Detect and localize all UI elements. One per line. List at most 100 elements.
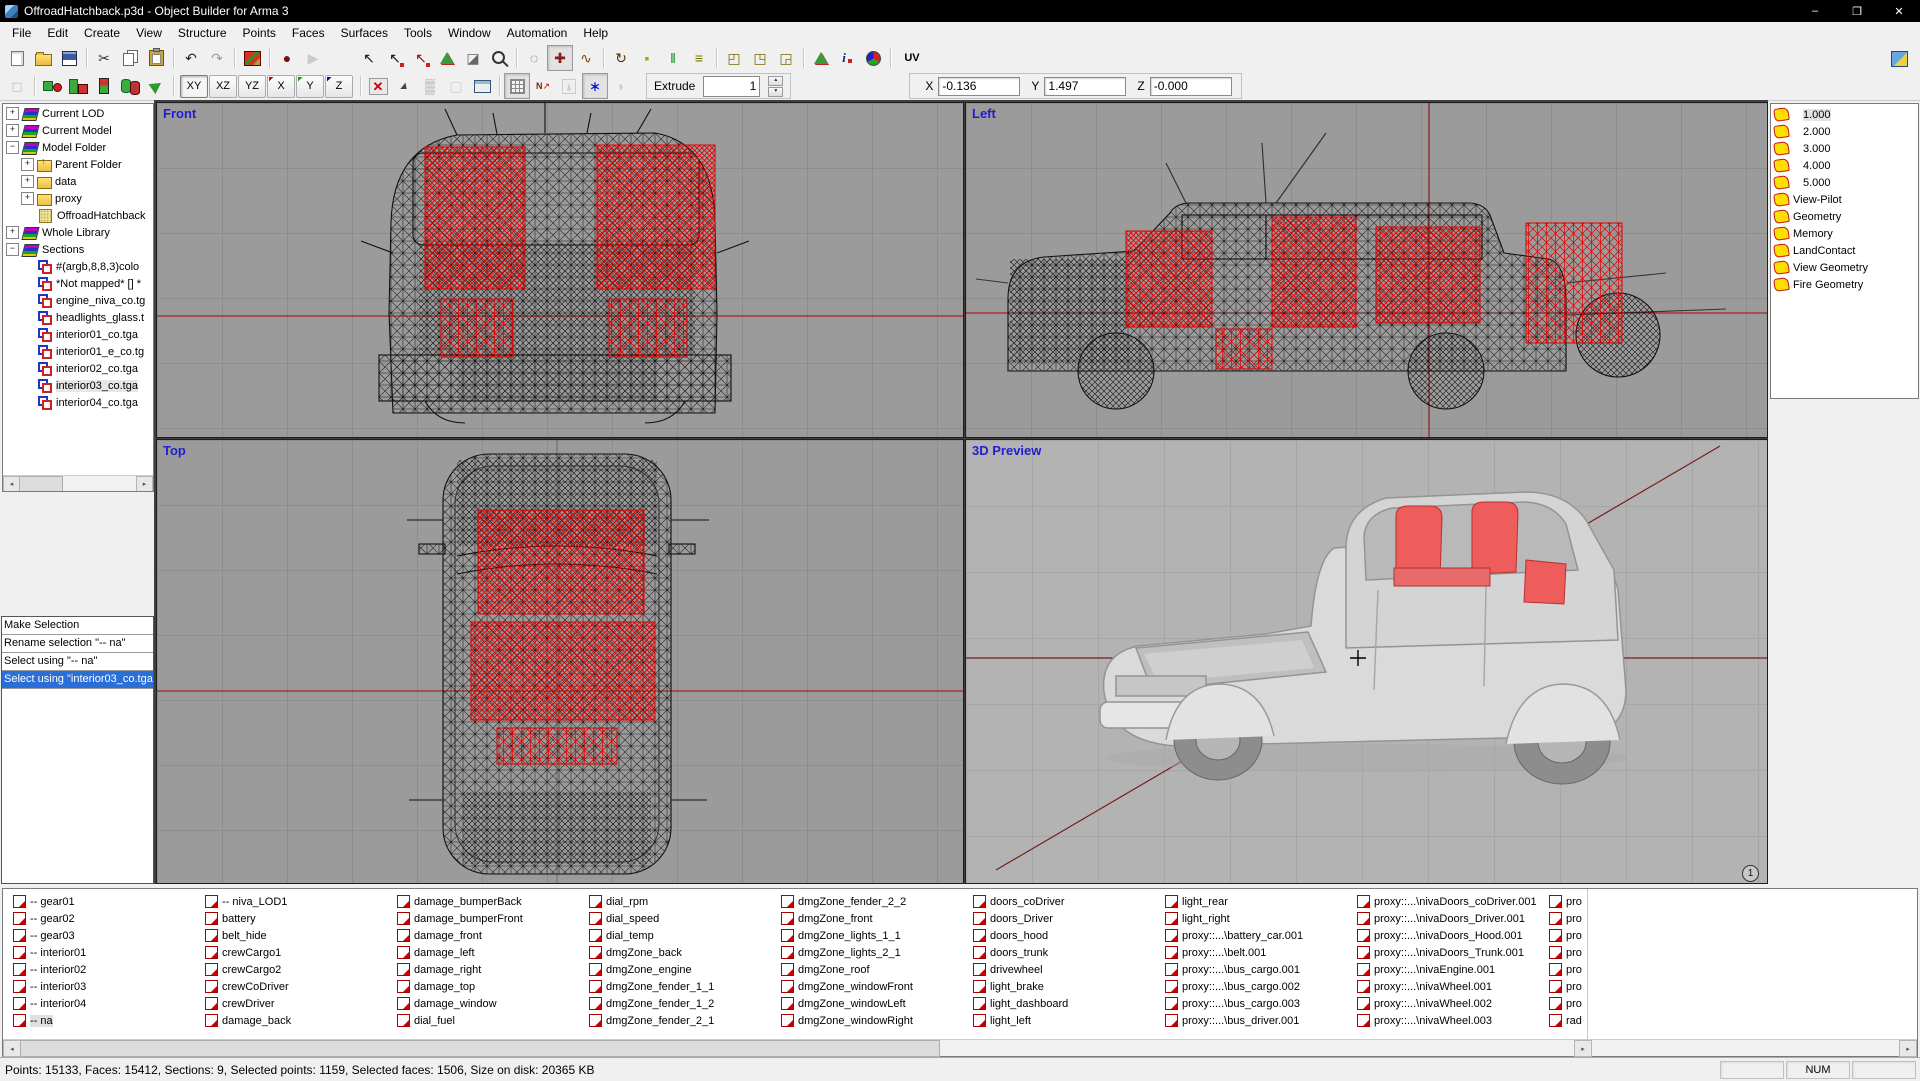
selection-item[interactable]: crewCargo1 (205, 944, 397, 961)
menu-item[interactable]: Points (235, 22, 284, 44)
lod-item[interactable]: View Geometry (1771, 259, 1918, 276)
selection-item[interactable]: -- na (13, 1012, 205, 1029)
tree-item[interactable]: + Whole Library (3, 224, 153, 241)
selection-item[interactable]: doors_trunk (973, 944, 1165, 961)
circle-select-button[interactable]: ◌ (521, 45, 547, 71)
viewport-left[interactable]: Left (965, 102, 1768, 438)
select-point-button[interactable]: ↖ (382, 45, 408, 71)
tree-item[interactable]: *Not mapped* [] * (3, 275, 153, 292)
select-object-button[interactable]: ↖ (356, 45, 382, 71)
toolbar-button[interactable] (495, 73, 504, 99)
menu-item[interactable]: View (128, 22, 170, 44)
move-button[interactable]: ✚ (547, 45, 573, 71)
lod-item[interactable]: 1.000 (1771, 106, 1918, 123)
expand-toggle[interactable]: + (6, 107, 19, 120)
bulldozer-button[interactable] (1886, 46, 1912, 72)
normals-button[interactable] (530, 73, 556, 99)
create-cylinder-button[interactable] (117, 73, 143, 99)
selection-item[interactable]: crewCargo2 (205, 961, 397, 978)
selection-item[interactable]: damage_right (397, 961, 589, 978)
flatten-button[interactable]: ◪ (460, 45, 486, 71)
create-bars-button[interactable] (65, 73, 91, 99)
menu-item[interactable]: Create (76, 22, 128, 44)
tree-item[interactable]: + data (3, 173, 153, 190)
tree-item[interactable]: #(argb,8,8,3)colo (3, 258, 153, 275)
reload-textures-button[interactable] (239, 45, 265, 71)
lod-item[interactable]: View-Pilot (1771, 191, 1918, 208)
create-column-button[interactable] (91, 73, 117, 99)
selection-item[interactable]: doors_hood (973, 927, 1165, 944)
tree-item[interactable]: engine_niva_co.tg (3, 292, 153, 309)
expand-toggle[interactable]: + (21, 175, 34, 188)
play-button[interactable]: ▶ (300, 45, 326, 71)
minimize-button[interactable]: – (1794, 0, 1836, 22)
selection-item[interactable]: proxy::...\nivaDoors_Trunk.001 (1357, 944, 1549, 961)
selection-item[interactable]: damage_back (205, 1012, 397, 1029)
weld-button[interactable]: ▒ (417, 73, 443, 99)
selection-item[interactable]: -- gear01 (13, 893, 205, 910)
menu-item[interactable]: Faces (284, 22, 333, 44)
toolbar-button[interactable] (82, 45, 91, 71)
toolbar-button[interactable] (30, 73, 39, 99)
selection-item[interactable]: -- interior03 (13, 978, 205, 995)
sharp-edge-button[interactable] (391, 73, 417, 99)
selection-item[interactable]: dial_speed (589, 910, 781, 927)
undo-button[interactable]: ↶ (178, 45, 204, 71)
scroll-left-button[interactable]: ◂ (3, 476, 20, 491)
viewport-front[interactable]: Front (156, 102, 964, 438)
selection-item[interactable]: crewDriver (205, 995, 397, 1012)
selection-item[interactable]: -- gear03 (13, 927, 205, 944)
tree-item[interactable]: − Model Folder (3, 139, 153, 156)
selection-item[interactable]: dmgZone_roof (781, 961, 973, 978)
axis-y-button[interactable]: Y (296, 74, 324, 98)
selection-item[interactable]: dmgZone_windowLeft (781, 995, 973, 1012)
selection-item[interactable]: dmgZone_windowRight (781, 1012, 973, 1029)
selection-item[interactable]: -- interior01 (13, 944, 205, 961)
expand-toggle[interactable]: + (6, 226, 19, 239)
selection-item[interactable]: pro (1549, 944, 1585, 961)
box-rotate-button[interactable]: ◳ (747, 45, 773, 71)
toolbar-button[interactable] (169, 73, 178, 99)
selection-item[interactable]: dmgZone_windowFront (781, 978, 973, 995)
tree-item[interactable]: interior03_co.tga (3, 377, 153, 394)
expand-toggle[interactable]: + (21, 192, 34, 205)
selection-item[interactable]: dmgZone_fender_2_2 (781, 893, 973, 910)
selection-item[interactable]: light_brake (973, 978, 1165, 995)
selection-item[interactable]: battery (205, 910, 397, 927)
expand-toggle[interactable]: − (6, 243, 19, 256)
selection-item[interactable]: dmgZone_front (781, 910, 973, 927)
lod-item[interactable]: Geometry (1771, 208, 1918, 225)
tree-item[interactable]: + Current LOD (3, 105, 153, 122)
tree-item[interactable]: OffroadHatchback (3, 207, 153, 224)
knot-button[interactable]: ∗ (582, 73, 608, 99)
menu-item[interactable]: Automation (499, 22, 576, 44)
selection-item[interactable]: proxy::...\belt.001 (1165, 944, 1357, 961)
rotate-button[interactable]: ↻ (608, 45, 634, 71)
expand-toggle[interactable]: + (21, 158, 34, 171)
selection-item[interactable]: doors_Driver (973, 910, 1165, 927)
selection-item[interactable]: dmgZone_engine (589, 961, 781, 978)
toolbar-button[interactable] (599, 45, 608, 71)
axis-z-button[interactable]: Z (325, 74, 353, 98)
selection-item[interactable]: light_right (1165, 910, 1357, 927)
selection-item[interactable]: damage_top (397, 978, 589, 995)
selection-item[interactable]: dial_temp (589, 927, 781, 944)
viewport-top[interactable]: Top (156, 439, 964, 884)
menu-item[interactable]: File (4, 22, 39, 44)
menu-item[interactable]: Tools (396, 22, 440, 44)
record-button[interactable]: ● (274, 45, 300, 71)
selection-item[interactable]: proxy::...\nivaEngine.001 (1357, 961, 1549, 978)
scroll-right-button[interactable]: ▸ (136, 476, 153, 491)
selection-action-item[interactable]: Make Selection (2, 617, 153, 635)
selection-item[interactable]: proxy::...\nivaDoors_coDriver.001 (1357, 893, 1549, 910)
selection-item[interactable]: proxy::...\bus_driver.001 (1165, 1012, 1357, 1029)
selection-item[interactable]: -- interior02 (13, 961, 205, 978)
lod-item[interactable]: 3.000 (1771, 140, 1918, 157)
selection-item[interactable]: -- interior04 (13, 995, 205, 1012)
scroll-thumb[interactable] (20, 1040, 940, 1057)
selection-item[interactable]: pro (1549, 978, 1585, 995)
cut-button[interactable]: ✂ (91, 45, 117, 71)
selection-action-item[interactable]: Rename selection "-- na" (2, 635, 153, 653)
selection-action-item[interactable]: Select using "interior03_co.tga (2, 671, 153, 689)
selection-item[interactable]: -- gear02 (13, 910, 205, 927)
